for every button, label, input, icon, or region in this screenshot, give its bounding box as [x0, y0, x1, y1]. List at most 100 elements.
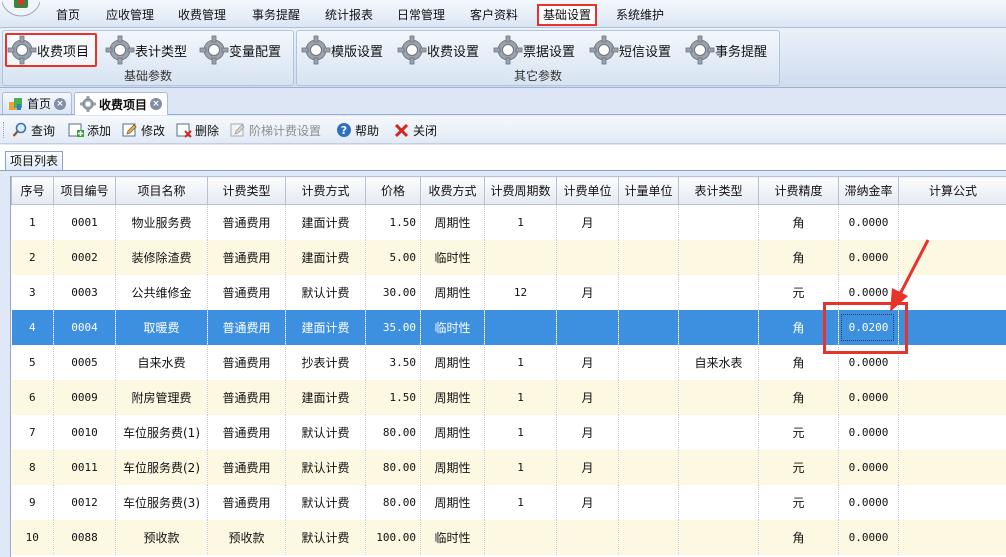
cell-charge-type[interactable]: 普通费用	[207, 344, 286, 380]
cell-precision[interactable]: 元	[758, 449, 839, 485]
col-header-cycle-count[interactable]: 计费周期数	[484, 176, 557, 205]
cell-item-name[interactable]: 自来水费	[115, 344, 208, 380]
cell-item-name[interactable]: 物业服务费	[115, 204, 208, 240]
tab-home[interactable]: 首页 ×	[2, 92, 73, 114]
cell-collect-mode[interactable]: 周期性	[420, 344, 485, 380]
col-header-formula[interactable]: 计算公式	[898, 176, 1006, 205]
cell-formula[interactable]	[898, 204, 1006, 240]
cell-collect-mode[interactable]: 周期性	[420, 414, 485, 450]
cell-charge-unit[interactable]: 月	[556, 274, 619, 310]
cell-late-fee-rate[interactable]: 0.0000	[838, 449, 899, 485]
table-row[interactable]: 10 0088 预收款 预收款 默认计费 100.00 临时性角 0.0000	[11, 519, 1006, 555]
menu-customers[interactable]: 客户资料	[466, 6, 522, 24]
toolbar-grip[interactable]	[3, 122, 6, 138]
cell-charge-unit[interactable]: 月	[556, 414, 619, 450]
cell-formula[interactable]	[898, 344, 1006, 380]
cell-collect-mode[interactable]: 周期性	[420, 204, 485, 240]
col-header-charge-type[interactable]: 计费类型	[207, 176, 286, 205]
cell-collect-mode[interactable]: 周期性	[420, 449, 485, 485]
cell-cycle-count[interactable]: 1	[484, 204, 557, 240]
menu-reports[interactable]: 统计报表	[321, 6, 377, 24]
cell-meter-type[interactable]	[678, 414, 759, 450]
cell-price[interactable]: 100.00	[365, 519, 421, 555]
template-settings-button[interactable]: 模版设置	[301, 35, 387, 65]
cell-item-code[interactable]: 0005	[53, 344, 116, 380]
table-row[interactable]: 6 0009 附房管理费 普通费用 建面计费 1.50 周期性 1 月 角 0.0000	[11, 379, 1006, 415]
cell-item-name[interactable]: 预收款	[115, 519, 208, 555]
cell-item-code[interactable]: 0003	[53, 274, 116, 310]
cell-item-name[interactable]: 车位服务费(2)	[115, 449, 208, 485]
cell-formula[interactable]	[898, 519, 1006, 555]
cell-formula[interactable]	[898, 449, 1006, 485]
cell-collect-mode[interactable]: 临时性	[420, 239, 485, 275]
table-row[interactable]: 1 0001 物业服务费 普通费用 建面计费 1.50 周期性 1 月角 0.0000	[11, 204, 1006, 240]
col-header-precision[interactable]: 计费精度	[758, 176, 839, 205]
menu-receivables[interactable]: 应收管理	[102, 6, 158, 24]
cell-charge-type[interactable]: 普通费用	[207, 274, 286, 310]
cell-item-code[interactable]: 0002	[53, 239, 116, 275]
cell-seq[interactable]: 6	[11, 379, 54, 415]
cell-charge-unit[interactable]	[556, 239, 619, 275]
tab-charge-items[interactable]: 收费项目 ×	[74, 92, 169, 115]
cell-charge-type[interactable]: 预收款	[207, 519, 286, 555]
cell-collect-mode[interactable]: 周期性	[420, 274, 485, 310]
cell-price[interactable]: 80.00	[365, 449, 421, 485]
reminder-settings-button[interactable]: 事务提醒	[685, 35, 771, 65]
cell-measure-unit[interactable]	[618, 519, 679, 555]
cell-price[interactable]: 80.00	[365, 414, 421, 450]
cell-charge-method[interactable]: 默认计费	[285, 484, 366, 520]
cell-charge-unit[interactable]	[556, 519, 619, 555]
cell-item-code[interactable]: 0009	[53, 379, 116, 415]
help-button[interactable]: ? 帮助	[336, 121, 379, 139]
cell-item-name[interactable]: 装修除渣费	[115, 239, 208, 275]
cell-meter-type[interactable]	[678, 239, 759, 275]
cell-cycle-count[interactable]: 1	[484, 414, 557, 450]
cell-collect-mode[interactable]: 周期性	[420, 484, 485, 520]
variable-config-button[interactable]: 变量配置	[199, 35, 285, 65]
cell-item-name[interactable]: 公共维修金	[115, 274, 208, 310]
cell-meter-type[interactable]	[678, 379, 759, 415]
cell-precision[interactable]: 角	[758, 379, 839, 415]
cell-cycle-count[interactable]	[484, 519, 557, 555]
cell-measure-unit[interactable]	[618, 274, 679, 310]
cell-charge-unit[interactable]: 月	[556, 204, 619, 240]
cell-charge-type[interactable]: 普通费用	[207, 414, 286, 450]
cell-item-code[interactable]: 0011	[53, 449, 116, 485]
meter-types-button[interactable]: 表计类型	[105, 35, 191, 65]
cell-item-name[interactable]: 车位服务费(3)	[115, 484, 208, 520]
col-header-item-name[interactable]: 项目名称	[115, 176, 208, 205]
cell-price[interactable]: 35.00	[365, 309, 421, 345]
menu-daily[interactable]: 日常管理	[393, 6, 449, 24]
close-icon[interactable]: ×	[150, 98, 163, 110]
cell-seq[interactable]: 2	[11, 239, 54, 275]
table-row[interactable]: 7 0010 车位服务费(1) 普通费用 默认计费 80.00 周期性 1 月 元 0.0000	[11, 414, 1006, 450]
cell-item-code[interactable]: 0001	[53, 204, 116, 240]
cell-item-name[interactable]: 车位服务费(1)	[115, 414, 208, 450]
cell-cycle-count[interactable]: 1	[484, 484, 557, 520]
cell-measure-unit[interactable]	[618, 379, 679, 415]
cell-meter-type[interactable]	[678, 519, 759, 555]
col-header-collect-mode[interactable]: 收费方式	[420, 176, 485, 205]
cell-formula[interactable]	[898, 414, 1006, 450]
cell-collect-mode[interactable]: 临时性	[420, 309, 485, 345]
cell-charge-type[interactable]: 普通费用	[207, 309, 286, 345]
cell-charge-method[interactable]: 建面计费	[285, 309, 366, 345]
table-row[interactable]: 9 0012 车位服务费(3) 普通费用 默认计费 80.00 周期性 1 月 元 0.0000	[11, 484, 1006, 520]
cell-meter-type[interactable]	[678, 484, 759, 520]
cell-charge-method[interactable]: 默认计费	[285, 274, 366, 310]
cell-meter-type[interactable]	[678, 309, 759, 345]
cell-charge-type[interactable]: 普通费用	[207, 449, 286, 485]
col-header-charge-unit[interactable]: 计费单位	[556, 176, 619, 205]
cell-measure-unit[interactable]	[618, 414, 679, 450]
table-row[interactable]: 2 0002 装修除渣费 普通费用 建面计费 5.00 临时性角 0.0000	[11, 239, 1006, 275]
close-button[interactable]: 关闭	[394, 121, 437, 139]
cell-price[interactable]: 80.00	[365, 484, 421, 520]
cell-precision[interactable]: 元	[758, 414, 839, 450]
cell-item-code[interactable]: 0012	[53, 484, 116, 520]
close-icon[interactable]: ×	[54, 97, 67, 110]
tier-settings-button[interactable]: 阶梯计费设置	[230, 121, 321, 139]
menu-basic-settings[interactable]: 基础设置	[537, 4, 598, 26]
cell-charge-type[interactable]: 普通费用	[207, 204, 286, 240]
cell-precision[interactable]: 角	[758, 239, 839, 275]
cell-precision[interactable]: 角	[758, 204, 839, 240]
